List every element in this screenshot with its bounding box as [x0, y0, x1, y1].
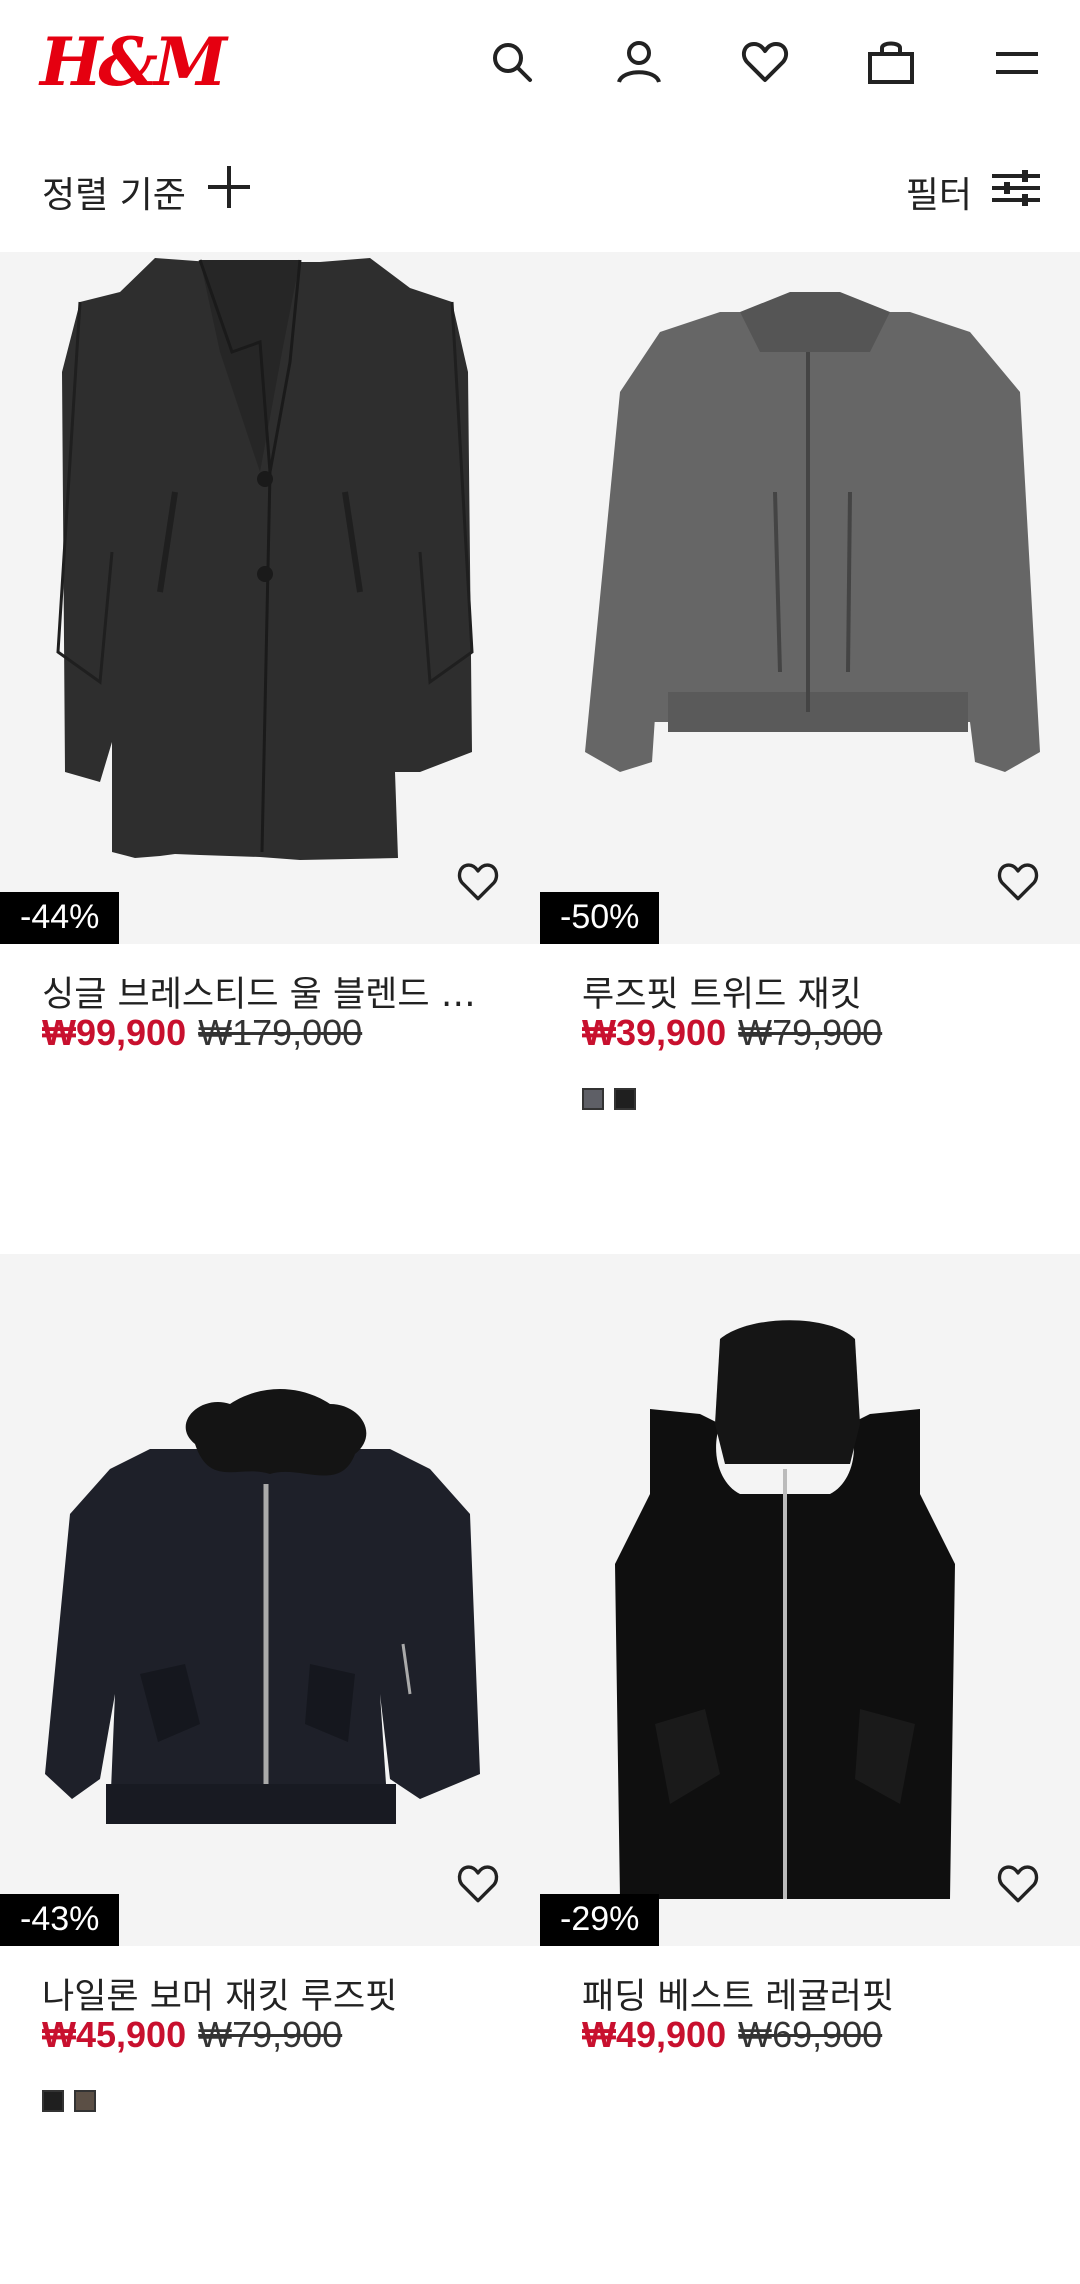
jacket-illustration [585, 292, 1040, 772]
sale-price: ₩39,900 [582, 1012, 727, 1053]
bomber-illustration [45, 1389, 480, 1824]
bag-icon[interactable] [864, 36, 918, 90]
account-icon[interactable] [612, 36, 666, 90]
color-swatch[interactable] [74, 2090, 96, 2112]
product-price: ₩45,900 ₩79,900 [42, 2014, 342, 2056]
favorite-heart-icon[interactable] [455, 860, 501, 902]
color-swatch[interactable] [614, 1088, 636, 1110]
sale-price: ₩45,900 [42, 2014, 187, 2055]
header: H&M [0, 0, 1080, 125]
product-image[interactable]: -43% [0, 1254, 540, 1946]
product-price: ₩49,900 ₩69,900 [582, 2014, 882, 2056]
product-image[interactable]: -44% [0, 252, 540, 944]
favorite-heart-icon[interactable] [455, 1862, 501, 1904]
original-price: ₩179,000 [198, 1012, 363, 1053]
color-swatches [582, 1088, 646, 1114]
discount-badge: -44% [0, 892, 120, 944]
product-image[interactable]: -29% [540, 1254, 1080, 1946]
plus-icon[interactable] [206, 164, 252, 210]
favorites-icon[interactable] [738, 36, 792, 90]
color-swatch[interactable] [42, 2090, 64, 2112]
filter-button[interactable]: 필터 [906, 166, 972, 218]
original-price: ₩79,900 [738, 1012, 883, 1053]
hm-logo[interactable]: H&M [40, 22, 227, 102]
sort-button[interactable]: 정렬 기준 [42, 166, 186, 218]
favorite-heart-icon[interactable] [995, 860, 1041, 902]
discount-badge: -50% [540, 892, 660, 944]
filter-sliders-icon[interactable] [992, 168, 1040, 208]
vest-illustration [615, 1320, 955, 1899]
coat-illustration [56, 258, 474, 860]
color-swatches [42, 2090, 106, 2116]
color-swatch[interactable] [582, 1088, 604, 1110]
sort-filter-bar: 정렬 기준 필터 [0, 140, 1080, 240]
sale-price: ₩49,900 [582, 2014, 727, 2055]
discount-badge: -29% [540, 1894, 660, 1946]
original-price: ₩79,900 [198, 2014, 343, 2055]
product-title[interactable]: 패딩 베스트 레귤러핏 [582, 1968, 1042, 2019]
favorite-heart-icon[interactable] [995, 1862, 1041, 1904]
menu-icon[interactable] [990, 36, 1044, 90]
search-icon[interactable] [486, 36, 540, 90]
product-title[interactable]: 싱글 브레스티드 울 블렌드 … [42, 966, 502, 1017]
original-price: ₩69,900 [738, 2014, 883, 2055]
product-price: ₩99,900 ₩179,000 [42, 1012, 362, 1054]
product-title[interactable]: 루즈핏 트위드 재킷 [582, 966, 1042, 1017]
discount-badge: -43% [0, 1894, 120, 1946]
sale-price: ₩99,900 [42, 1012, 187, 1053]
product-title[interactable]: 나일론 보머 재킷 루즈핏 [42, 1968, 502, 2019]
product-price: ₩39,900 ₩79,900 [582, 1012, 882, 1054]
product-image[interactable]: -50% [540, 252, 1080, 944]
